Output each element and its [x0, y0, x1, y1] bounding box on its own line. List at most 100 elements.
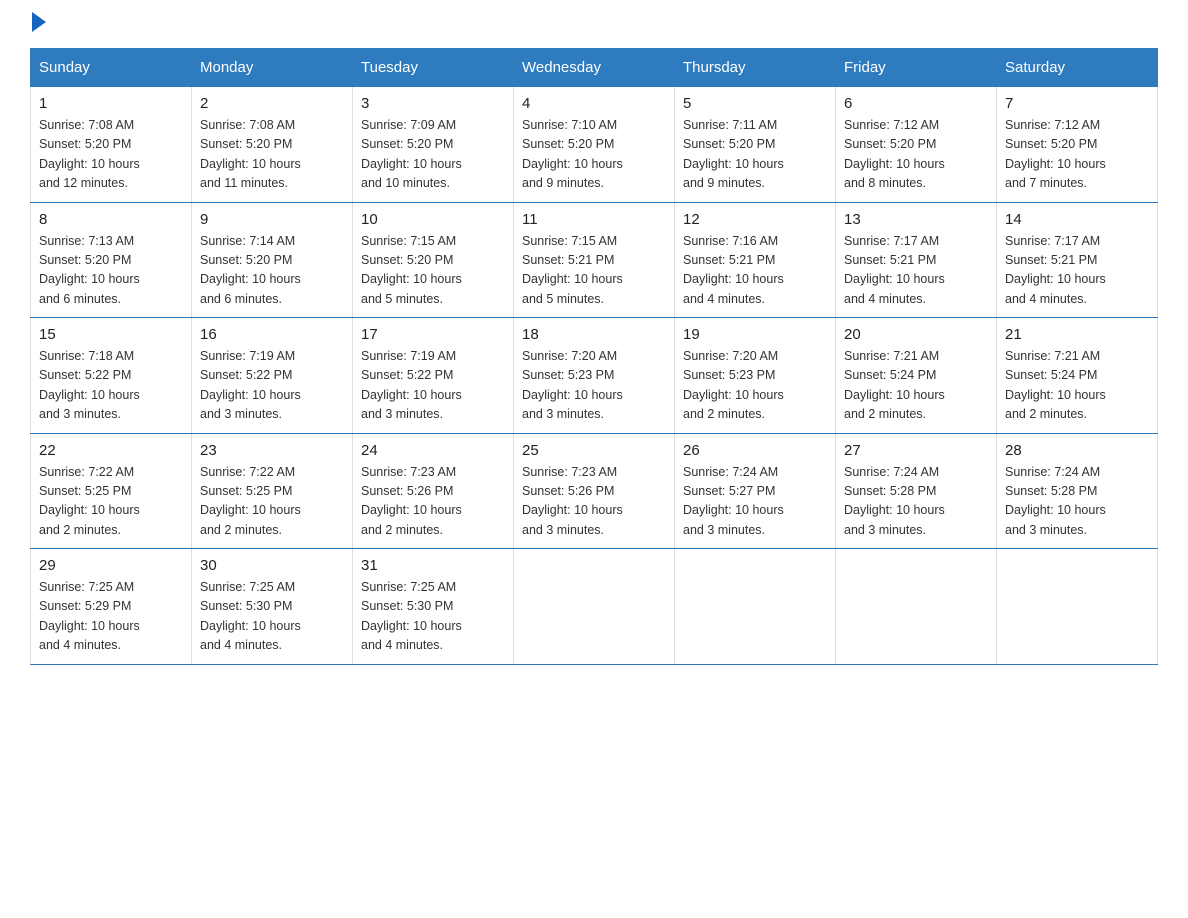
day-info: Sunrise: 7:23 AMSunset: 5:26 PMDaylight:…: [361, 465, 462, 537]
logo: [30, 20, 46, 32]
weekday-header-saturday: Saturday: [997, 49, 1158, 87]
day-number: 17: [361, 326, 505, 343]
week-row-2: 8 Sunrise: 7:13 AMSunset: 5:20 PMDayligh…: [31, 202, 1158, 318]
weekday-header-row: SundayMondayTuesdayWednesdayThursdayFrid…: [31, 49, 1158, 87]
week-row-1: 1 Sunrise: 7:08 AMSunset: 5:20 PMDayligh…: [31, 87, 1158, 203]
day-info: Sunrise: 7:14 AMSunset: 5:20 PMDaylight:…: [200, 234, 301, 306]
day-number: 25: [522, 442, 666, 459]
day-number: 18: [522, 326, 666, 343]
day-number: 13: [844, 211, 988, 228]
day-cell-3: 3 Sunrise: 7:09 AMSunset: 5:20 PMDayligh…: [353, 87, 514, 203]
day-cell-21: 21 Sunrise: 7:21 AMSunset: 5:24 PMDaylig…: [997, 318, 1158, 434]
day-info: Sunrise: 7:25 AMSunset: 5:30 PMDaylight:…: [200, 580, 301, 652]
day-cell-7: 7 Sunrise: 7:12 AMSunset: 5:20 PMDayligh…: [997, 87, 1158, 203]
weekday-header-tuesday: Tuesday: [353, 49, 514, 87]
day-cell-31: 31 Sunrise: 7:25 AMSunset: 5:30 PMDaylig…: [353, 549, 514, 665]
day-info: Sunrise: 7:21 AMSunset: 5:24 PMDaylight:…: [1005, 349, 1106, 421]
day-number: 23: [200, 442, 344, 459]
day-info: Sunrise: 7:20 AMSunset: 5:23 PMDaylight:…: [683, 349, 784, 421]
day-cell-17: 17 Sunrise: 7:19 AMSunset: 5:22 PMDaylig…: [353, 318, 514, 434]
day-number: 15: [39, 326, 183, 343]
day-number: 7: [1005, 95, 1149, 112]
day-number: 28: [1005, 442, 1149, 459]
day-number: 22: [39, 442, 183, 459]
day-info: Sunrise: 7:22 AMSunset: 5:25 PMDaylight:…: [200, 465, 301, 537]
day-cell-18: 18 Sunrise: 7:20 AMSunset: 5:23 PMDaylig…: [514, 318, 675, 434]
day-number: 1: [39, 95, 183, 112]
day-cell-11: 11 Sunrise: 7:15 AMSunset: 5:21 PMDaylig…: [514, 202, 675, 318]
page-header: [30, 20, 1158, 32]
day-info: Sunrise: 7:18 AMSunset: 5:22 PMDaylight:…: [39, 349, 140, 421]
day-info: Sunrise: 7:11 AMSunset: 5:20 PMDaylight:…: [683, 118, 784, 190]
day-info: Sunrise: 7:24 AMSunset: 5:27 PMDaylight:…: [683, 465, 784, 537]
day-info: Sunrise: 7:12 AMSunset: 5:20 PMDaylight:…: [844, 118, 945, 190]
day-info: Sunrise: 7:12 AMSunset: 5:20 PMDaylight:…: [1005, 118, 1106, 190]
day-info: Sunrise: 7:17 AMSunset: 5:21 PMDaylight:…: [844, 234, 945, 306]
day-number: 31: [361, 557, 505, 574]
day-number: 6: [844, 95, 988, 112]
weekday-header-friday: Friday: [836, 49, 997, 87]
day-cell-23: 23 Sunrise: 7:22 AMSunset: 5:25 PMDaylig…: [192, 433, 353, 549]
day-number: 8: [39, 211, 183, 228]
day-number: 26: [683, 442, 827, 459]
day-number: 2: [200, 95, 344, 112]
day-cell-13: 13 Sunrise: 7:17 AMSunset: 5:21 PMDaylig…: [836, 202, 997, 318]
day-number: 24: [361, 442, 505, 459]
day-number: 16: [200, 326, 344, 343]
day-info: Sunrise: 7:23 AMSunset: 5:26 PMDaylight:…: [522, 465, 623, 537]
day-number: 14: [1005, 211, 1149, 228]
day-cell-4: 4 Sunrise: 7:10 AMSunset: 5:20 PMDayligh…: [514, 87, 675, 203]
day-info: Sunrise: 7:24 AMSunset: 5:28 PMDaylight:…: [1005, 465, 1106, 537]
day-cell-30: 30 Sunrise: 7:25 AMSunset: 5:30 PMDaylig…: [192, 549, 353, 665]
day-cell-24: 24 Sunrise: 7:23 AMSunset: 5:26 PMDaylig…: [353, 433, 514, 549]
empty-cell-w5-d6: [836, 549, 997, 665]
day-cell-9: 9 Sunrise: 7:14 AMSunset: 5:20 PMDayligh…: [192, 202, 353, 318]
day-cell-25: 25 Sunrise: 7:23 AMSunset: 5:26 PMDaylig…: [514, 433, 675, 549]
day-number: 4: [522, 95, 666, 112]
day-number: 29: [39, 557, 183, 574]
weekday-header-wednesday: Wednesday: [514, 49, 675, 87]
day-cell-5: 5 Sunrise: 7:11 AMSunset: 5:20 PMDayligh…: [675, 87, 836, 203]
day-info: Sunrise: 7:25 AMSunset: 5:30 PMDaylight:…: [361, 580, 462, 652]
empty-cell-w5-d5: [675, 549, 836, 665]
day-cell-15: 15 Sunrise: 7:18 AMSunset: 5:22 PMDaylig…: [31, 318, 192, 434]
day-number: 19: [683, 326, 827, 343]
day-cell-14: 14 Sunrise: 7:17 AMSunset: 5:21 PMDaylig…: [997, 202, 1158, 318]
day-cell-1: 1 Sunrise: 7:08 AMSunset: 5:20 PMDayligh…: [31, 87, 192, 203]
day-cell-8: 8 Sunrise: 7:13 AMSunset: 5:20 PMDayligh…: [31, 202, 192, 318]
day-info: Sunrise: 7:22 AMSunset: 5:25 PMDaylight:…: [39, 465, 140, 537]
day-cell-16: 16 Sunrise: 7:19 AMSunset: 5:22 PMDaylig…: [192, 318, 353, 434]
weekday-header-thursday: Thursday: [675, 49, 836, 87]
day-cell-22: 22 Sunrise: 7:22 AMSunset: 5:25 PMDaylig…: [31, 433, 192, 549]
day-info: Sunrise: 7:13 AMSunset: 5:20 PMDaylight:…: [39, 234, 140, 306]
day-info: Sunrise: 7:08 AMSunset: 5:20 PMDaylight:…: [200, 118, 301, 190]
day-info: Sunrise: 7:19 AMSunset: 5:22 PMDaylight:…: [361, 349, 462, 421]
day-info: Sunrise: 7:19 AMSunset: 5:22 PMDaylight:…: [200, 349, 301, 421]
empty-cell-w5-d4: [514, 549, 675, 665]
weekday-header-monday: Monday: [192, 49, 353, 87]
day-cell-26: 26 Sunrise: 7:24 AMSunset: 5:27 PMDaylig…: [675, 433, 836, 549]
day-info: Sunrise: 7:09 AMSunset: 5:20 PMDaylight:…: [361, 118, 462, 190]
day-info: Sunrise: 7:15 AMSunset: 5:21 PMDaylight:…: [522, 234, 623, 306]
day-number: 21: [1005, 326, 1149, 343]
day-cell-6: 6 Sunrise: 7:12 AMSunset: 5:20 PMDayligh…: [836, 87, 997, 203]
weekday-header-sunday: Sunday: [31, 49, 192, 87]
day-cell-20: 20 Sunrise: 7:21 AMSunset: 5:24 PMDaylig…: [836, 318, 997, 434]
week-row-5: 29 Sunrise: 7:25 AMSunset: 5:29 PMDaylig…: [31, 549, 1158, 665]
day-number: 12: [683, 211, 827, 228]
week-row-4: 22 Sunrise: 7:22 AMSunset: 5:25 PMDaylig…: [31, 433, 1158, 549]
day-number: 5: [683, 95, 827, 112]
day-number: 27: [844, 442, 988, 459]
day-cell-12: 12 Sunrise: 7:16 AMSunset: 5:21 PMDaylig…: [675, 202, 836, 318]
logo-arrow-icon: [32, 12, 46, 32]
day-info: Sunrise: 7:16 AMSunset: 5:21 PMDaylight:…: [683, 234, 784, 306]
day-info: Sunrise: 7:24 AMSunset: 5:28 PMDaylight:…: [844, 465, 945, 537]
day-info: Sunrise: 7:20 AMSunset: 5:23 PMDaylight:…: [522, 349, 623, 421]
day-cell-27: 27 Sunrise: 7:24 AMSunset: 5:28 PMDaylig…: [836, 433, 997, 549]
day-cell-29: 29 Sunrise: 7:25 AMSunset: 5:29 PMDaylig…: [31, 549, 192, 665]
day-number: 20: [844, 326, 988, 343]
day-cell-2: 2 Sunrise: 7:08 AMSunset: 5:20 PMDayligh…: [192, 87, 353, 203]
day-info: Sunrise: 7:17 AMSunset: 5:21 PMDaylight:…: [1005, 234, 1106, 306]
day-info: Sunrise: 7:15 AMSunset: 5:20 PMDaylight:…: [361, 234, 462, 306]
day-number: 10: [361, 211, 505, 228]
